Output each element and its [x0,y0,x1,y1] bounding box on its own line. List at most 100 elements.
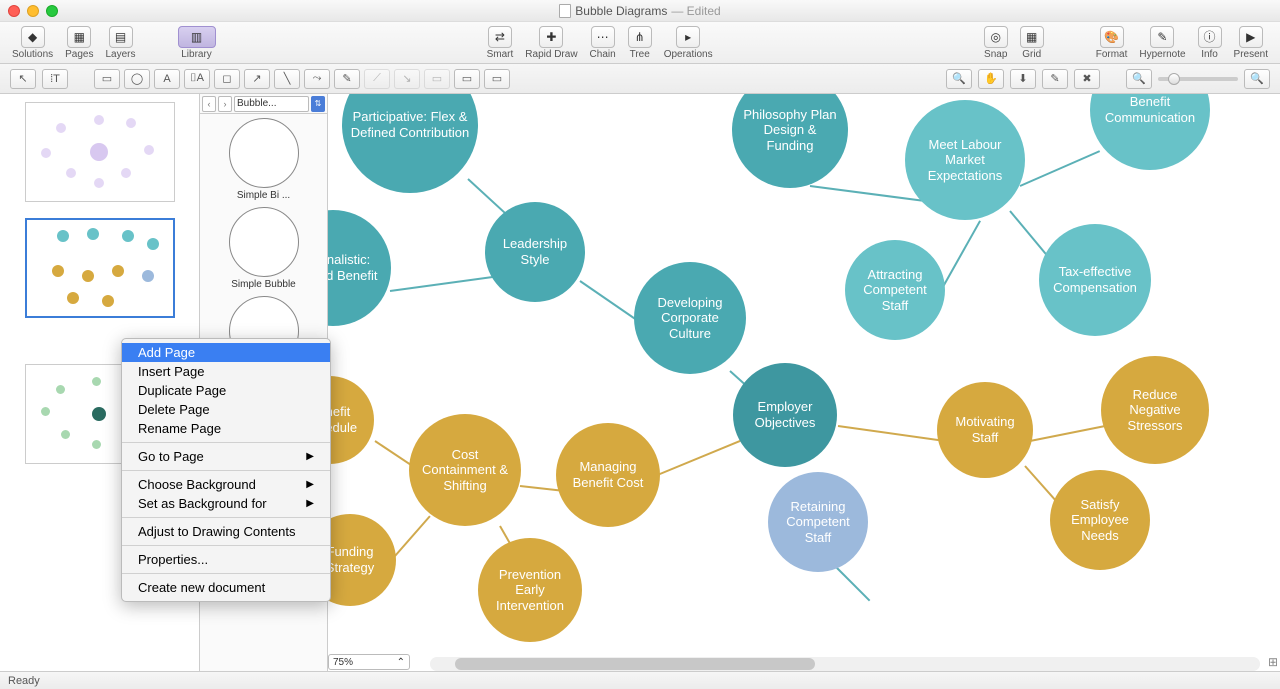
bubble-node[interactable]: Paternalistic: Defined Benefit [328,210,391,326]
menu-item-set-as-background-for[interactable]: Set as Background for▶ [122,494,330,513]
lib-back-icon[interactable]: ‹ [202,96,216,112]
bubble-node[interactable]: Benefit Schedule [328,376,374,464]
library-button[interactable]: ▥ Library [174,24,220,62]
minimize-window-icon[interactable] [27,5,39,17]
bubble-node[interactable]: Motivating Staff [937,382,1033,478]
shape-tool-4[interactable]: ◻ [214,69,240,89]
connector-line[interactable] [810,185,925,202]
shape-tool-7[interactable]: ⤳ [304,69,330,89]
info-button[interactable]: ⓘInfo [1194,24,1226,62]
shape-tool-1[interactable]: ◯ [124,69,150,89]
shape-tool-2[interactable]: A [154,69,180,89]
layers-button[interactable]: ▤Layers [102,24,140,62]
resize-corner-icon[interactable]: ⊞ [1268,655,1278,669]
zoom-out-icon[interactable]: 🔍 [1126,69,1152,89]
bubble-node[interactable]: Retaining Competent Staff [768,472,868,572]
bubble-node[interactable]: Employer Objectives [733,363,837,467]
zoom-thumb[interactable] [1168,73,1180,85]
zoom-tool-icon[interactable]: 🔍 [946,69,972,89]
page-thumb-1[interactable] [25,102,175,202]
library-item[interactable]: Simple Bubble [204,207,323,290]
snap-button[interactable]: ◎Snap [980,24,1012,62]
library-selector[interactable]: Bubble... [234,96,309,112]
zoom-slider[interactable] [1158,77,1238,81]
menu-item-adjust-to-drawing-contents[interactable]: Adjust to Drawing Contents [122,522,330,541]
rapid-draw-button[interactable]: ✚Rapid Draw [521,24,581,62]
shape-tool-3[interactable]: ⌷A [184,69,210,89]
library-item-label: Simple Bi ... [237,190,290,201]
present-button[interactable]: ▶Present [1230,24,1272,62]
bubble-node[interactable]: Leadership Style [485,202,585,302]
pages-button[interactable]: ▦Pages [61,24,97,62]
connector-line[interactable] [1020,150,1101,187]
page-thumb-2[interactable] [25,218,175,318]
text-select-tool[interactable]: ⁞T [42,69,68,89]
hypernote-button[interactable]: ✎Hypernote [1135,24,1189,62]
shape-tool-6[interactable]: ╲ [274,69,300,89]
horizontal-scrollbar[interactable] [430,657,1260,671]
zoom-select[interactable]: 75%⌃ [328,654,410,670]
bubble-node[interactable]: Funding Strategy [328,514,396,606]
shape-tool-11[interactable]: ▭ [424,69,450,89]
menu-item-insert-page[interactable]: Insert Page [122,362,330,381]
menu-item-choose-background[interactable]: Choose Background▶ [122,475,330,494]
smart-button[interactable]: ⇄Smart [483,24,518,62]
menu-item-create-new-document[interactable]: Create new document [122,578,330,597]
menu-item-go-to-page[interactable]: Go to Page▶ [122,447,330,466]
menu-item-add-page[interactable]: Add Page [122,343,330,362]
format-button[interactable]: 🎨Format [1092,24,1132,62]
chain-button[interactable]: ⋯Chain [586,24,620,62]
menu-item-properties-[interactable]: Properties... [122,550,330,569]
menu-item-label: Set as Background for [138,496,267,511]
bubble-node[interactable]: Satisfy Employee Needs [1050,470,1150,570]
menu-separator [122,545,330,546]
shape-tool-9[interactable]: ⟋ [364,69,390,89]
lib-forward-icon[interactable]: › [218,96,232,112]
close-window-icon[interactable] [8,5,20,17]
tree-button[interactable]: ⋔Tree [624,24,656,62]
shape-tool-12[interactable]: ▭ [454,69,480,89]
bubble-node[interactable]: Prevention Early Intervention [478,538,582,642]
bubble-node[interactable]: Participative: Flex & Defined Contributi… [342,94,478,193]
solutions-button[interactable]: ◆Solutions [8,24,57,62]
connector-line[interactable] [1030,425,1105,442]
bubble-node[interactable]: Attracting Competent Staff [845,240,945,340]
shape-tool-10[interactable]: ↘ [394,69,420,89]
scrollbar-thumb[interactable] [455,658,815,670]
shape-tool-13[interactable]: ▭ [484,69,510,89]
bubble-node[interactable]: Philosophy Plan Design & Funding [732,94,848,188]
zoom-window-icon[interactable] [46,5,58,17]
bubble-node[interactable]: Cost Containment & Shifting [409,414,521,526]
bubble-node[interactable]: Benefit Communication [1090,94,1210,170]
bubble-node[interactable]: Tax-effective Compensation [1039,224,1151,336]
erase-icon[interactable]: ✖ [1074,69,1100,89]
bubble-node[interactable]: Managing Benefit Cost [556,423,660,527]
menu-item-duplicate-page[interactable]: Duplicate Page [122,381,330,400]
menu-item-delete-page[interactable]: Delete Page [122,400,330,419]
menu-item-rename-page[interactable]: Rename Page [122,419,330,438]
download-icon[interactable]: ⬇ [1010,69,1036,89]
pan-tool-icon[interactable]: ✋ [978,69,1004,89]
connector-line[interactable] [655,440,741,477]
bubble-node[interactable]: Developing Corporate Culture [634,262,746,374]
connector-line[interactable] [390,275,500,292]
connector-line[interactable] [838,425,945,442]
library-item[interactable]: Simple Bi ... [204,118,323,201]
menu-item-label: Create new document [138,580,265,595]
menu-separator [122,442,330,443]
pointer-tool[interactable]: ↖ [10,69,36,89]
toolbar-right-group: 🎨Format✎HypernoteⓘInfo▶Present [1092,24,1272,62]
bubble-node[interactable]: Meet Labour Market Expectations [905,100,1025,220]
shape-tool-0[interactable]: ▭ [94,69,120,89]
operations-button[interactable]: ▸Operations [660,24,717,62]
connector-line[interactable] [394,515,430,556]
zoom-in-icon[interactable]: 🔍 [1244,69,1270,89]
eyedropper-icon[interactable]: ✎ [1042,69,1068,89]
library-dropdown-icon[interactable]: ⇅ [311,96,325,112]
bubble-node[interactable]: Reduce Negative Stressors [1101,356,1209,464]
connector-line[interactable] [834,565,870,601]
grid-button[interactable]: ▦Grid [1016,24,1048,62]
shape-tool-8[interactable]: ✎ [334,69,360,89]
shape-tool-5[interactable]: ↗ [244,69,270,89]
canvas[interactable]: Participative: Flex & Defined Contributi… [328,94,1280,671]
